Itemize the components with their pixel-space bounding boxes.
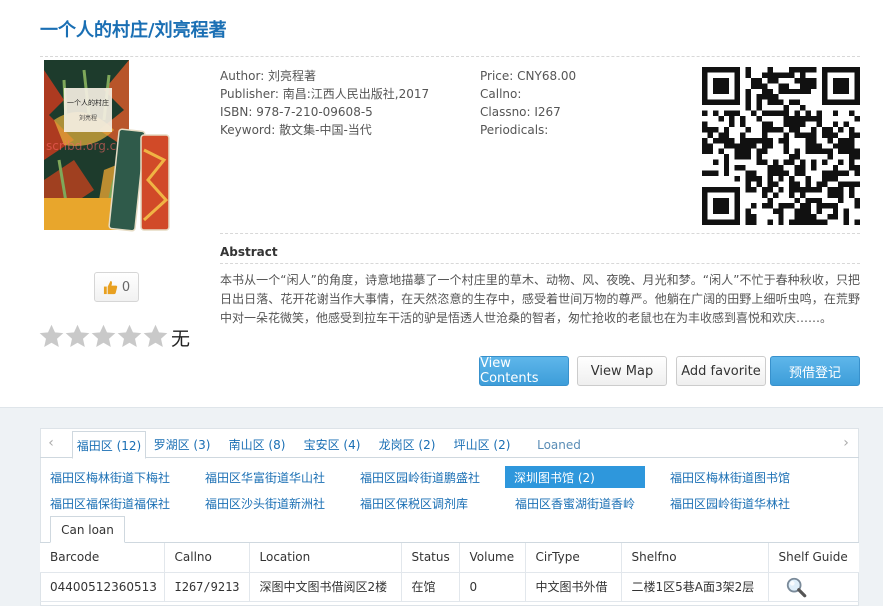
column-header: Location	[249, 543, 402, 573]
like-button[interactable]: 0	[94, 272, 139, 302]
column-header: Volume	[459, 543, 526, 573]
tab-district[interactable]: 宝安区 (4)	[298, 431, 366, 458]
isbn-field: ISBN: 978-7-210-09608-5	[220, 105, 373, 119]
district-tabbar: ‹ 福田区 (12) 罗湖区 (3) 南山区 (8) 宝安区 (4) 龙岗区 (…	[40, 428, 859, 459]
library-link[interactable]: 福田区梅林街道下梅社	[50, 466, 170, 488]
publisher-field: Publisher: 南昌:江西人民出版社,2017	[220, 87, 430, 101]
shelfno-cell: 二楼1区5巷A面3架2层	[621, 572, 769, 602]
barcode-cell: 04400512360513	[40, 572, 165, 602]
library-link[interactable]: 福田区园岭街道华林社	[670, 492, 790, 514]
chevron-left-icon[interactable]: ‹	[40, 428, 62, 458]
periodicals-field: Periodicals:	[480, 123, 549, 137]
keyword-field: Keyword: 散文集-中国-当代	[220, 123, 372, 137]
volume-cell: 0	[459, 572, 526, 602]
column-header: CirType	[525, 543, 622, 573]
star-icon[interactable]	[90, 323, 117, 350]
status-cell: 在馆	[401, 572, 460, 602]
library-link[interactable]: 福田区沙头街道新洲社	[205, 492, 325, 514]
cirtype-cell: 中文图书外借	[525, 572, 622, 602]
view-contents-button[interactable]: View Contents	[479, 356, 569, 386]
classno-field: Classno: I267	[480, 105, 561, 119]
tab-loaned[interactable]: Loaned	[527, 431, 591, 458]
author-field: Author: 刘亮程著	[220, 69, 317, 83]
rating-text: 无	[171, 328, 191, 350]
column-header: Callno	[164, 543, 250, 573]
tab-district[interactable]: 罗湖区 (3)	[148, 431, 216, 458]
view-map-button[interactable]: View Map	[577, 356, 667, 386]
library-link[interactable]: 福田区香蜜湖街道香岭	[515, 492, 635, 514]
tab-district[interactable]: 龙岗区 (2)	[373, 431, 441, 458]
callno-field: Callno:	[480, 87, 522, 101]
title-divider	[40, 56, 860, 57]
star-icon[interactable]	[38, 323, 65, 350]
holdings-table: Barcode Callno Location Status Volume Ci…	[40, 543, 859, 602]
cover-title-text: 一个人的村庄	[67, 98, 109, 107]
page-title: 一个人的村庄/刘亮程著	[40, 20, 227, 41]
column-header: Shelfno	[621, 543, 769, 573]
location-cell: 深图中文图书借阅区2楼	[249, 572, 402, 602]
like-count: 0	[121, 279, 131, 295]
callno-cell: I267/9213	[164, 572, 250, 602]
chevron-right-icon[interactable]: ›	[835, 428, 857, 458]
library-link[interactable]: 福田区保税区调剂库	[360, 492, 468, 514]
star-rating[interactable]: 无	[38, 322, 190, 351]
table-row: 04400512360513 I267/9213 深图中文图书借阅区2楼 在馆 …	[40, 572, 859, 602]
library-link[interactable]: 福田区华富街道华山社	[205, 466, 325, 488]
column-header: Barcode	[40, 543, 165, 573]
book-metadata-right: Price: CNY68.00 Callno: Classno: I267 Pe…	[480, 67, 576, 139]
abstract-text: 本书从一个“闲人”的角度，诗意地描摹了一个村庄里的草木、动物、风、夜晚、月光和梦…	[220, 273, 860, 325]
library-link[interactable]: 福田区园岭街道鹏盛社	[360, 466, 480, 488]
thumbs-up-icon	[103, 280, 118, 294]
table-header-row: Barcode Callno Location Status Volume Ci…	[40, 543, 859, 573]
tab-district[interactable]: 坪山区 (2)	[448, 431, 516, 458]
library-link[interactable]: 福田区梅林街道图书馆	[670, 466, 790, 488]
abstract-divider-bottom	[220, 263, 860, 264]
reserve-button[interactable]: 预借登记	[770, 356, 860, 386]
star-icon[interactable]	[142, 323, 169, 350]
column-header: Status	[401, 543, 460, 573]
tab-district[interactable]: 南山区 (8)	[223, 431, 291, 458]
library-link[interactable]: 福田区福保街道福保社	[50, 492, 170, 514]
star-icon[interactable]	[116, 323, 143, 350]
abstract-heading: Abstract	[220, 245, 278, 259]
star-icon[interactable]	[64, 323, 91, 350]
library-link-selected[interactable]: 深圳图书馆 (2)	[505, 466, 645, 488]
magnifier-icon[interactable]	[785, 576, 807, 598]
book-metadata-left: Author: 刘亮程著 Publisher: 南昌:江西人民出版社,2017 …	[220, 67, 429, 139]
book-cover: 一个人的村庄 刘亮程 scribd.org.cn	[44, 60, 172, 234]
add-favorite-button[interactable]: Add favorite	[676, 356, 766, 386]
cover-watermark: scribd.org.cn	[46, 139, 124, 153]
abstract-divider-top	[220, 233, 860, 234]
qr-code	[702, 67, 860, 225]
tab-district[interactable]: 福田区 (12)	[72, 431, 146, 459]
price-field: Price: CNY68.00	[480, 69, 577, 83]
tab-can-loan[interactable]: Can loan	[50, 516, 125, 543]
column-header: Shelf Guide	[768, 543, 859, 573]
shelf-guide-cell[interactable]	[768, 572, 859, 602]
cover-author-text: 刘亮程	[79, 114, 97, 122]
